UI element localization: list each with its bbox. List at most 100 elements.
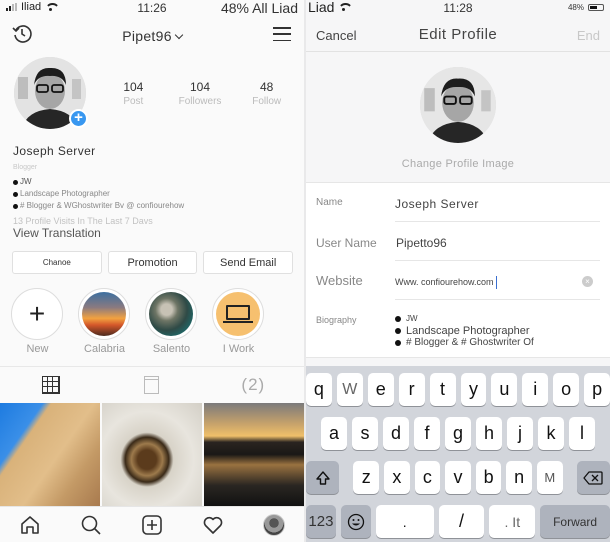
view-translation-link[interactable]: View Translation <box>13 226 101 240</box>
status-right: 48% All Liad <box>220 0 298 16</box>
key-r[interactable]: r <box>398 373 425 406</box>
username-title: Pipet96 <box>122 28 172 44</box>
key-slash[interactable]: / <box>438 505 485 538</box>
highlight-cover <box>82 292 126 336</box>
keyboard-row-3: z x c v b n M <box>306 461 610 494</box>
bio-line: Landscape Photographer <box>13 188 184 200</box>
profile-tabs: (2) <box>0 366 304 402</box>
home-icon <box>21 515 40 534</box>
edit-avatar[interactable] <box>420 67 496 143</box>
status-bar: Iliad 11:26 48% All Liad <box>0 0 304 16</box>
nav-profile[interactable] <box>243 513 304 536</box>
photo-thumbnail[interactable] <box>102 403 202 506</box>
keyboard: q W e r t y u i o p a s d f g h j k l z … <box>306 366 610 542</box>
numbers-key[interactable]: 123 <box>306 505 336 538</box>
key-p[interactable]: p <box>584 373 610 406</box>
shift-key[interactable] <box>306 461 340 494</box>
stat-following[interactable]: 48 Follow <box>233 80 300 107</box>
key-g[interactable]: g <box>445 417 471 450</box>
profile-visits[interactable]: 13 Profile Visits In The Last 7 Davs <box>13 216 153 226</box>
highlight-new[interactable]: + New <box>11 288 64 355</box>
key-x[interactable]: x <box>384 461 410 494</box>
profile-bio: JW Landscape Photographer # Blogger & WG… <box>13 176 184 212</box>
send-email-button[interactable]: Send Email <box>203 251 294 274</box>
key-m[interactable]: M <box>536 461 563 494</box>
photo-thumbnail[interactable] <box>0 403 100 506</box>
key-c[interactable]: c <box>414 461 441 494</box>
key-d[interactable]: d <box>383 417 409 450</box>
chevron-down-icon <box>174 30 184 40</box>
bullet-icon <box>13 203 18 209</box>
done-button[interactable]: End <box>577 28 600 43</box>
key-b[interactable]: b <box>475 461 502 494</box>
photo-thumbnail[interactable] <box>204 403 304 506</box>
bullet-icon <box>395 316 401 322</box>
key-n[interactable]: n <box>506 461 532 494</box>
key-i[interactable]: i <box>522 373 549 406</box>
battery-icon <box>588 4 604 11</box>
website-label: Website <box>316 273 363 288</box>
feed-icon <box>144 375 160 394</box>
username-switcher[interactable]: Pipet96 <box>0 28 304 44</box>
avatar-photo <box>420 67 496 143</box>
key-o[interactable]: o <box>553 373 580 406</box>
nav-add-post[interactable] <box>122 514 183 536</box>
stat-followers[interactable]: 104 Followers <box>167 80 234 107</box>
forward-key[interactable]: Forward <box>540 505 610 538</box>
name-field[interactable]: Joseph Server <box>395 197 479 211</box>
profile-category: Blogger <box>13 164 38 171</box>
bio-line: JW <box>13 176 184 188</box>
backspace-key[interactable] <box>576 461 610 494</box>
keyboard-row-2: a s d f g h j k l <box>306 417 610 450</box>
username-field[interactable]: Pipetto96 <box>396 236 447 250</box>
profile-header: Pipet96 <box>0 18 304 52</box>
change-button[interactable]: Chanoe <box>12 251 102 274</box>
text-cursor <box>495 276 497 289</box>
screen: Iliad 11:26 48% All Liad Pipet96 + 104 P… <box>0 0 610 542</box>
key-w[interactable]: W <box>336 373 363 406</box>
highlight-calabria[interactable]: Calabria <box>78 288 131 355</box>
tab-tagged[interactable]: (2) <box>203 367 304 402</box>
emoji-key[interactable] <box>340 505 371 538</box>
key-u[interactable]: u <box>491 373 518 406</box>
clear-field-icon[interactable]: × <box>582 276 593 287</box>
add-story-button[interactable]: + <box>69 109 88 128</box>
tab-grid[interactable] <box>0 367 101 402</box>
key-h[interactable]: h <box>476 417 502 450</box>
key-v[interactable]: v <box>445 461 471 494</box>
key-j[interactable]: j <box>507 417 533 450</box>
nav-search[interactable] <box>61 514 122 536</box>
key-a[interactable]: a <box>321 417 347 450</box>
key-dot[interactable]: . <box>375 505 434 538</box>
key-t[interactable]: t <box>429 373 456 406</box>
key-k[interactable]: k <box>538 417 564 450</box>
key-s[interactable]: s <box>352 417 378 450</box>
highlight-i-work[interactable]: I Work <box>212 288 265 355</box>
key-dot-it[interactable]: . It <box>489 505 536 538</box>
edit-profile-form: Name Joseph Server User Name Pipetto96 W… <box>306 182 610 358</box>
key-e[interactable]: e <box>367 373 394 406</box>
promotion-button[interactable]: Promotion <box>107 251 198 274</box>
keyboard-row-1: q W e r t y u i o p <box>306 373 610 406</box>
bio-line: # Blogger & WGhostwriter Bv @ confioureh… <box>13 200 184 212</box>
bullet-icon <box>395 328 401 334</box>
hamburger-menu-icon[interactable] <box>273 27 291 41</box>
key-y[interactable]: y <box>460 373 487 406</box>
shift-icon <box>316 470 330 485</box>
key-f[interactable]: f <box>414 417 440 450</box>
biography-field[interactable]: JW Landscape Photographer # Blogger & # … <box>395 313 534 349</box>
stat-posts[interactable]: 104 Post <box>100 80 167 107</box>
edit-profile-screen: Liad 11:28 48% Cancel Edit Profile End C… <box>306 0 610 542</box>
nav-home[interactable] <box>0 514 61 536</box>
key-l[interactable]: l <box>569 417 595 450</box>
key-q[interactable]: q <box>306 373 332 406</box>
status-bar: Liad 11:28 48% <box>306 0 610 16</box>
nav-activity[interactable] <box>182 514 243 536</box>
edit-profile-header: Cancel Edit Profile End <box>306 18 610 52</box>
key-z[interactable]: z <box>353 461 380 494</box>
website-field[interactable]: Www. confiourehow.com <box>395 276 497 289</box>
tab-feed[interactable] <box>101 367 202 402</box>
profile-screen: Iliad 11:26 48% All Liad Pipet96 + 104 P… <box>0 0 304 542</box>
highlight-salento[interactable]: Salento <box>145 288 198 355</box>
change-profile-photo-link[interactable]: Change Profile Image <box>306 158 610 170</box>
